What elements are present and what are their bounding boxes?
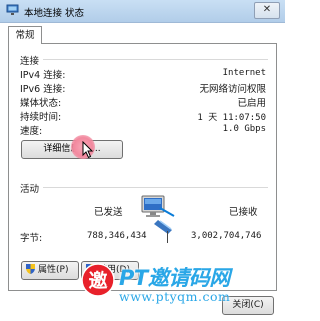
bytes-sent-value: 788,346,434 [87,231,147,241]
media-state-value: 已启用 [237,98,266,109]
watermark-logo: 邀 [81,263,115,297]
connection-divider [43,59,268,60]
speed-label: 速度: [20,126,43,137]
tab-general[interactable]: 常规 [8,26,42,44]
network-icon [6,4,19,15]
ipv4-label: IPv4 连接: [20,70,66,81]
activity-heading: 活动 [20,184,40,195]
duration-value: 1 天 11:07:50 [197,113,266,123]
media-state-label: 媒体状态: [20,98,62,109]
tab-panel: 连接 IPv4 连接: Internet IPv6 连接: 无网络访问权限 媒体… [8,43,277,291]
activity-divider [43,187,268,188]
bytes-received-value: 3,002,704,746 [191,231,262,241]
svg-text:邀: 邀 [88,269,108,292]
speed-value: 1.0 Gbps [222,124,266,134]
bytes-label: 字节: [20,233,43,244]
window-close-button[interactable]: ✕ [254,2,280,19]
sent-label: 已发送 [94,207,123,218]
ipv6-value: 无网络访问权限 [199,84,266,95]
activity-separator [167,231,168,243]
properties-label: 属性(P) [38,265,69,275]
uac-shield-icon [26,264,35,274]
mouse-pointer-icon [82,141,94,159]
watermark-url: www.ptyqm.com [119,289,231,304]
ipv4-value: Internet [222,68,266,78]
watermark-title: PT邀请码网 [119,266,230,290]
properties-button[interactable]: 属性(P) [21,261,79,280]
ipv6-label: IPv6 连接: [20,84,66,95]
connection-heading: 连接 [20,56,40,67]
received-label: 已接收 [229,207,258,218]
duration-label: 持续时间: [20,112,62,123]
title-bar: 本地连接 状态 ✕ [0,0,285,23]
window-title: 本地连接 状态 [24,8,85,19]
